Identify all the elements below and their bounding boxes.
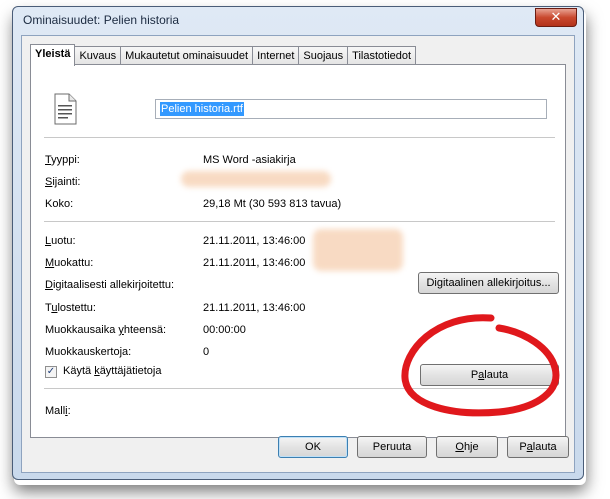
tab-summary[interactable]: Kuvaus [74, 46, 122, 65]
size-value: 29,18 Mt (30 593 813 tavua) [203, 198, 342, 210]
signed-label: Digitaalisesti allekirjoitettu: [45, 279, 175, 291]
digital-signature-button[interactable]: Digitaalinen allekirjoitus... [418, 272, 559, 294]
tab-custom[interactable]: Mukautetut ominaisuudet [120, 46, 254, 65]
printed-value: 21.11.2011, 13:46:00 [203, 302, 306, 314]
help-button[interactable]: Ohje [436, 436, 498, 458]
ok-button[interactable]: OK [278, 436, 348, 458]
use-user-info-checkbox[interactable]: ✓ [45, 366, 57, 378]
cancel-button[interactable]: Peruuta [357, 436, 427, 458]
created-value: 21.11.2011, 13:46:00 [203, 235, 306, 247]
tab-strip: Yleistä Kuvaus Mukautetut ominaisuudet I… [30, 44, 417, 66]
type-value: MS Word -asiakirja [203, 154, 296, 166]
divider [44, 137, 555, 138]
properties-dialog: Ominaisuudet: Pelien historia ✕ Yleistä … [12, 6, 584, 480]
window-title: Ominaisuudet: Pelien historia [23, 13, 180, 27]
printed-label: Tulostettu: [45, 302, 96, 314]
redacted-time [313, 229, 403, 271]
apply-button[interactable]: Palauta [507, 436, 569, 458]
modified-label: Muokattu: [45, 257, 94, 269]
reset-button[interactable]: Palauta [420, 364, 559, 386]
revisions-label: Muokkauskertoja: [45, 346, 132, 358]
close-button[interactable]: ✕ [535, 8, 577, 27]
type-label: Tyyppi: [45, 154, 80, 166]
document-icon [54, 93, 77, 125]
tab-general[interactable]: Yleistä [30, 44, 76, 66]
location-label: Sijainti: [45, 176, 81, 188]
tab-security[interactable]: Suojaus [298, 46, 349, 65]
edit-time-value: 00:00:00 [203, 324, 246, 336]
general-panel: Pelien historia.rtf Tyyppi: MS Word -asi… [30, 64, 566, 438]
tab-statistics[interactable]: Tilastotiedot [347, 46, 417, 65]
title-bar[interactable]: Ominaisuudet: Pelien historia ✕ [13, 7, 583, 33]
divider [44, 388, 555, 389]
divider [44, 221, 555, 222]
template-label: Malli: [45, 405, 71, 417]
revisions-value: 0 [203, 346, 210, 358]
edit-time-label: Muokkausaika yhteensä: [45, 324, 167, 336]
modified-value: 21.11.2011, 13:46:00 [203, 257, 306, 269]
tab-internet[interactable]: Internet [252, 46, 300, 65]
size-label: Koko: [45, 198, 74, 210]
use-user-info-label: Käytä käyttäjätietoja [63, 365, 162, 377]
created-label: Luotu: [45, 235, 76, 247]
dialog-client: Yleistä Kuvaus Mukautetut ominaisuudet I… [21, 35, 575, 473]
file-name-field[interactable]: Pelien historia.rtf [155, 99, 547, 119]
redacted-location [181, 171, 331, 187]
file-name-text: Pelien historia.rtf [160, 102, 244, 116]
